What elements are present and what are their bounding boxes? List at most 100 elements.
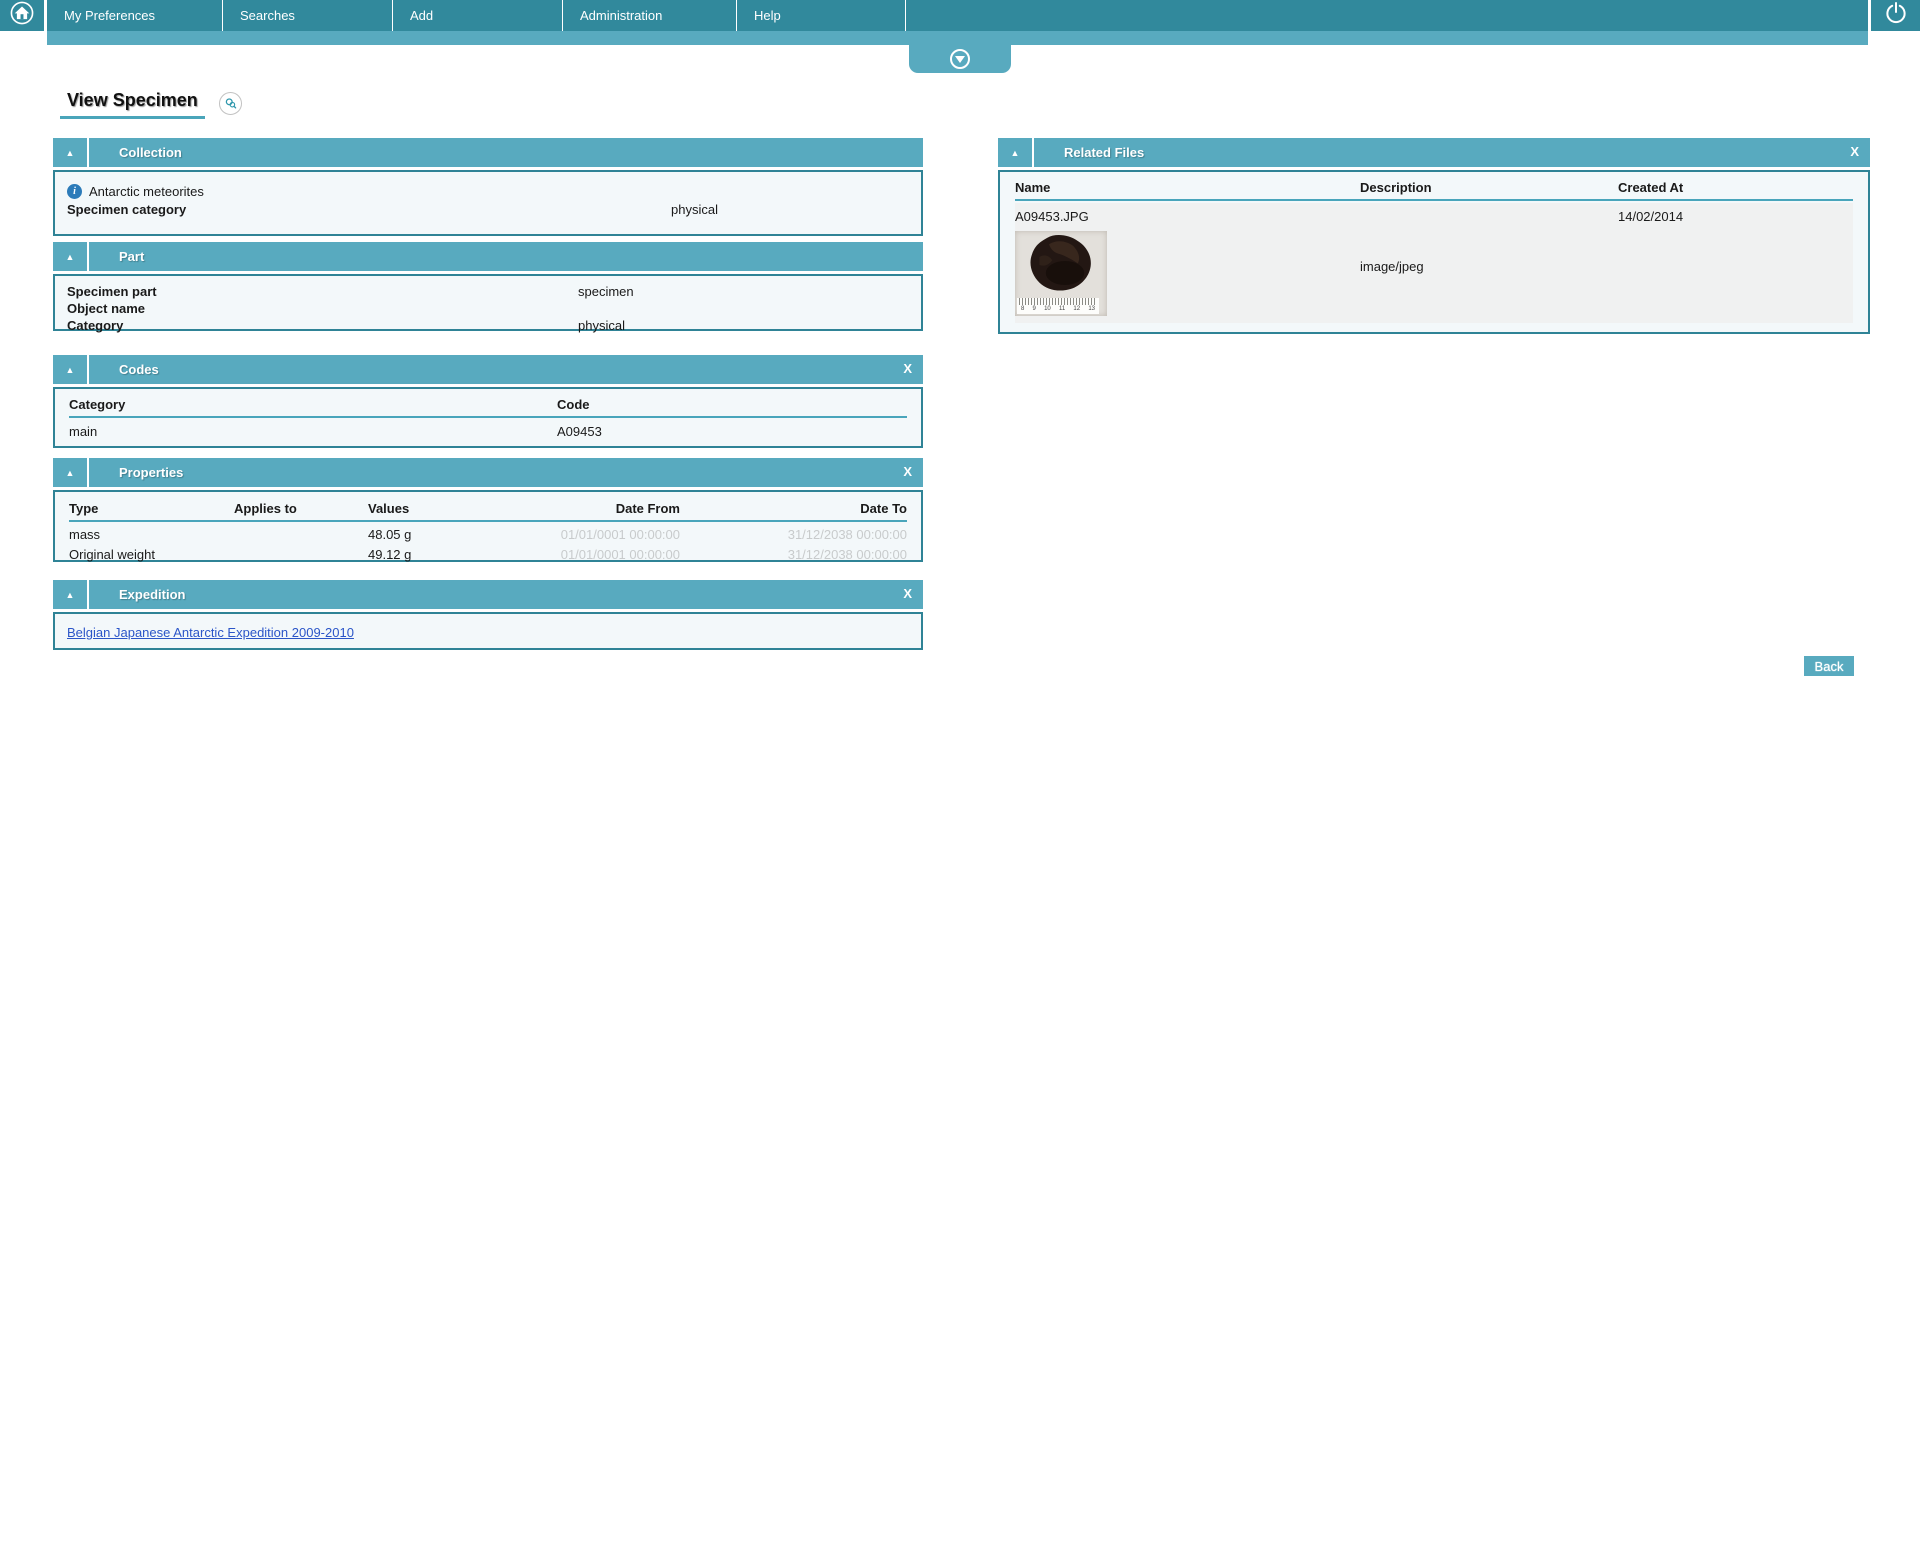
column-header: Description (1360, 180, 1618, 195)
nav-item-searches[interactable]: Searches (223, 0, 393, 31)
property-date-to-cell: 31/12/2038 00:00:00 (680, 527, 907, 542)
panel-properties-body: Type Applies to Values Date From Date To… (53, 490, 923, 562)
code-value-cell: A09453 (557, 424, 907, 439)
column-header: Date To (680, 501, 907, 516)
collapse-icon[interactable]: ▲ (53, 138, 89, 167)
collection-name: Antarctic meteorites (89, 184, 204, 199)
properties-table-header: Type Applies to Values Date From Date To (69, 501, 907, 516)
part-field-row: Specimen part specimen (67, 283, 909, 300)
table-header-rule (69, 416, 907, 418)
field-label: Object name (67, 300, 578, 317)
close-icon[interactable]: X (903, 464, 912, 479)
panel-part-header: ▲ Part (53, 242, 923, 271)
field-value: physical (578, 317, 909, 334)
panel-title: Part (119, 249, 144, 264)
column-header: Category (69, 397, 557, 412)
panel-related-files-header: ▲ Related Files X (998, 138, 1870, 167)
property-type-cell: mass (69, 527, 234, 542)
ruler-number: 8 (1021, 305, 1024, 313)
collapse-icon[interactable]: ▲ (53, 355, 89, 384)
file-name: A09453.JPG (1015, 209, 1360, 224)
panel-related-files-body: Name Description Created At A09453.JPG (998, 170, 1870, 334)
panel-title: Codes (119, 362, 159, 377)
field-label: Specimen part (67, 283, 578, 300)
field-label: Specimen category (67, 202, 671, 217)
home-icon (9, 0, 35, 31)
close-icon[interactable]: X (903, 586, 912, 601)
field-label: Category (67, 317, 578, 334)
property-date-to-cell: 31/12/2038 00:00:00 (680, 547, 907, 562)
property-applies-cell (234, 527, 368, 542)
nav-item-my-preferences[interactable]: My Preferences (47, 0, 223, 31)
property-value-cell: 49.12 g (368, 547, 528, 562)
codes-table-header: Category Code (69, 397, 907, 412)
preview-magnifier-icon[interactable] (219, 92, 242, 115)
info-icon: i (67, 184, 82, 199)
panel-properties: ▲ Properties X Type Applies to Values Da… (53, 458, 923, 562)
panel-title: Related Files (1064, 145, 1144, 160)
app-canvas: My Preferences Searches Add Administrati… (0, 0, 1920, 1544)
column-header: Applies to (234, 501, 368, 516)
panel-collection-header: ▲ Collection (53, 138, 923, 167)
logout-button[interactable] (1871, 0, 1920, 31)
panel-title: Collection (119, 145, 182, 160)
nav-item-administration[interactable]: Administration (563, 0, 737, 31)
field-value: physical (671, 202, 909, 217)
expedition-link[interactable]: Belgian Japanese Antarctic Expedition 20… (67, 625, 354, 640)
collapse-icon[interactable]: ▲ (998, 138, 1034, 167)
panel-collection-body: i Antarctic meteorites Specimen category… (53, 170, 923, 236)
ruler: 8 9 10 11 12 13 (1017, 298, 1099, 314)
file-name-cell: A09453.JPG 8 9 (1015, 209, 1360, 323)
nav-item-help[interactable]: Help (737, 0, 906, 31)
panel-part: ▲ Part Specimen part specimen Object nam… (53, 242, 923, 331)
meteorite-image (1022, 233, 1100, 297)
table-header-rule (69, 520, 907, 522)
property-applies-cell (234, 547, 368, 562)
power-icon (1884, 1, 1908, 30)
page-title: View Specimen (60, 90, 205, 119)
close-icon[interactable]: X (1850, 144, 1859, 159)
collapse-icon[interactable]: ▲ (53, 458, 89, 487)
ruler-number: 10 (1044, 305, 1051, 313)
panel-codes: ▲ Codes X Category Code main A09453 (53, 355, 923, 448)
table-row: mass 48.05 g 01/01/0001 00:00:00 31/12/2… (69, 527, 907, 542)
close-icon[interactable]: X (903, 361, 912, 376)
panel-title: Expedition (119, 587, 185, 602)
column-header: Date From (528, 501, 680, 516)
column-header: Values (368, 501, 528, 516)
related-files-table-header: Name Description Created At (1015, 180, 1853, 195)
field-value (578, 300, 909, 317)
file-thumbnail[interactable]: 8 9 10 11 12 13 (1015, 231, 1107, 316)
panel-related-files: ▲ Related Files X Name Description Creat… (998, 138, 1870, 334)
ruler-numbers: 8 9 10 11 12 13 (1017, 305, 1099, 313)
panel-part-body: Specimen part specimen Object name Categ… (53, 274, 923, 331)
column-header: Name (1015, 180, 1360, 195)
panel-codes-header: ▲ Codes X (53, 355, 923, 384)
collapse-icon[interactable]: ▲ (53, 242, 89, 271)
ruler-number: 11 (1059, 305, 1065, 313)
collection-name-row: i Antarctic meteorites (67, 184, 909, 199)
file-row: A09453.JPG 8 9 (1015, 203, 1853, 323)
panel-expedition-body: Belgian Japanese Antarctic Expedition 20… (53, 612, 923, 650)
panel-codes-body: Category Code main A09453 (53, 387, 923, 448)
nav-menu: My Preferences Searches Add Administrati… (47, 0, 1868, 31)
panel-collection: ▲ Collection i Antarctic meteorites Spec… (53, 138, 923, 236)
title-row: View Specimen (60, 90, 242, 119)
panel-expedition-header: ▲ Expedition X (53, 580, 923, 609)
property-date-from-cell: 01/01/0001 00:00:00 (528, 527, 680, 542)
nav-item-add[interactable]: Add (393, 0, 563, 31)
chevron-down-icon (950, 49, 970, 69)
panel-expedition: ▲ Expedition X Belgian Japanese Antarcti… (53, 580, 923, 650)
collection-field-row: Specimen category physical (67, 202, 909, 217)
home-button[interactable] (0, 0, 44, 31)
panel-properties-header: ▲ Properties X (53, 458, 923, 487)
back-button[interactable]: Back (1804, 656, 1854, 676)
collapse-icon[interactable]: ▲ (53, 580, 89, 609)
nav-substrip (47, 31, 1868, 45)
file-mime-type: image/jpeg (1360, 259, 1618, 274)
collapse-nav-tab[interactable] (909, 45, 1011, 73)
column-header: Type (69, 501, 234, 516)
property-value-cell: 48.05 g (368, 527, 528, 542)
ruler-number: 12 (1073, 305, 1080, 313)
part-field-row: Object name (67, 300, 909, 317)
